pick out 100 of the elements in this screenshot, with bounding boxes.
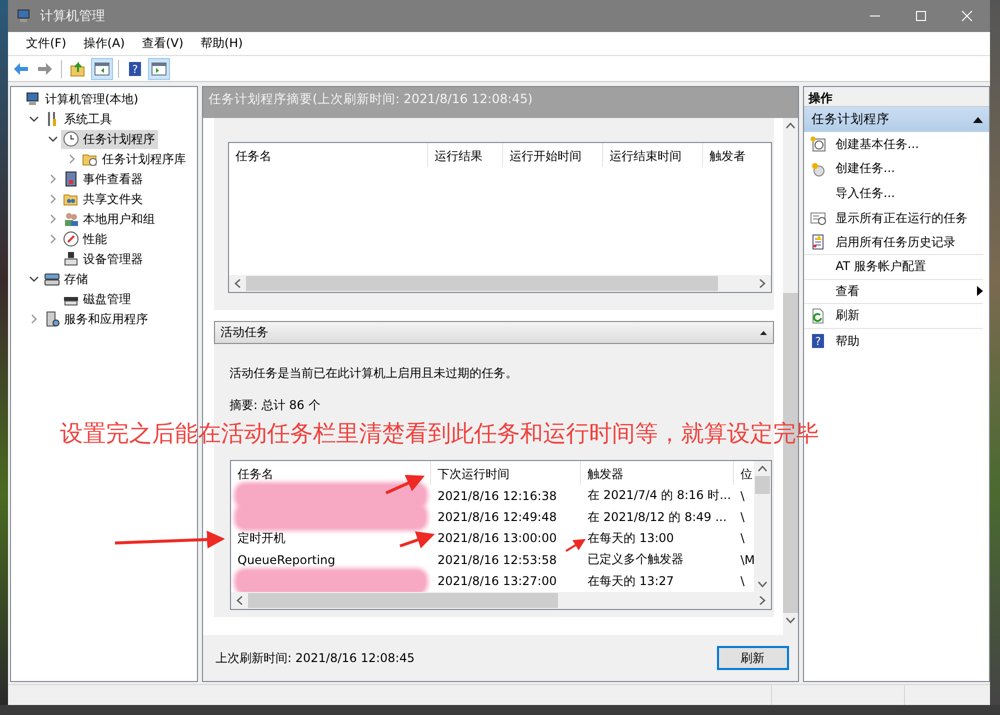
tree-item[interactable]: 任务计划程序 [61,130,158,148]
action-item[interactable]: 导入任务... [804,181,983,206]
collapse-caret-icon[interactable] [760,330,766,334]
pane-toggle-button[interactable] [148,58,170,80]
table-cell-text: \ [740,531,746,546]
menu-item[interactable]: 查看(V) [134,35,192,52]
refresh-button[interactable]: 刷新 [716,646,788,670]
table-cell: 定时开机 [238,530,286,545]
table-cell: QueueReporting [238,552,336,567]
annotation-arrow [385,474,425,494]
horizontal-scrollbar[interactable] [230,592,770,609]
horizontal-scrollbar[interactable] [228,275,770,292]
action-item[interactable]: AT 服务帐户配置 [804,254,983,280]
action-item[interactable]: ? 帮助 [804,328,983,354]
table-cell-text: 在 2021/8/12 的 8:49 ... [586,508,728,526]
pane-toggle-icon [151,60,167,76]
menu-item[interactable]: 帮助(H) [192,35,252,52]
scroll-left-icon[interactable] [236,596,242,605]
column-header[interactable]: 触发者 [702,143,762,167]
forward-arrow-icon [37,60,53,76]
table-cell-text: 在每天的 13:27 [586,572,675,590]
computer-icon [25,91,41,107]
action-item[interactable]: 创建基本任务... [804,132,983,157]
folder-up-icon [70,60,86,76]
table-cell-text: 在 2021/7/4 的 8:16 时... [586,487,732,504]
help-icon: ? [810,333,826,350]
column-header[interactable]: 下次运行时间 [430,461,580,485]
description-text: 活动任务是当前已在此计算机上启用且未过期的任务。 [230,365,518,382]
annotation-arrow [400,531,435,548]
window-title: 计算机管理 [40,8,105,25]
section-header[interactable]: 活动任务 [214,321,774,344]
list-clock-icon [810,210,826,226]
summary-text: 摘要: 总计 86 个 [230,397,322,414]
table-cell-text: 2021/8/16 12:16:38 [436,488,558,503]
table-cell-text: \M [740,552,754,567]
action-item[interactable]: 启用所有任务历史记录 [804,230,983,255]
column-header[interactable]: 位 [734,461,754,485]
pane-toggle-icon [94,60,110,76]
action-item[interactable]: 刷新 [804,304,983,329]
server-gear-icon [44,311,60,327]
table-cell-text: 2021/8/16 12:49:48 [436,510,558,524]
gauge-icon [63,231,79,247]
menu-item[interactable]: 文件(F) [18,35,76,52]
scroll-down-icon[interactable] [786,617,794,624]
table-cell-text: 2021/8/16 12:53:58 [436,552,558,567]
table-cell-text: 在每天的 13:00 [586,530,675,547]
action-item[interactable]: 创建任务... [804,156,983,182]
tree-item[interactable]: 设备管理器 [61,250,146,268]
scroll-right-icon[interactable] [758,596,766,605]
action-item[interactable]: 显示所有正在运行的任务 [804,206,983,230]
tree-item[interactable]: 共享文件夹 [61,190,146,208]
scroll-right-icon[interactable] [758,279,766,288]
tree-item[interactable]: 性能 [61,230,110,248]
tree-item[interactable]: 磁盘管理 [61,290,134,308]
table-cell-text: \ [740,574,746,588]
table-cell-text: \ [740,510,746,524]
column-header[interactable]: 任务名 [228,143,428,167]
section-header[interactable]: 任务计划程序 [804,107,989,132]
table-cell-text: 已定义多个触发器 [586,551,684,568]
vertical-scrollbar[interactable] [754,461,770,592]
tree-item[interactable]: 服务和应用程序 [42,310,151,328]
wizard-clock-icon [810,136,826,152]
back-arrow-icon [13,60,29,76]
annotation-arrow [565,538,586,552]
tree-item[interactable]: 存储 [42,270,91,288]
tree-item[interactable]: 系统工具 [42,110,115,128]
refresh-icon [810,308,826,324]
actions-title: 操作 [804,87,989,107]
tree-item[interactable]: 任务计划程序库 [80,150,189,168]
close-icon [961,10,973,22]
tree-item[interactable]: 本地用户和组 [61,210,158,228]
pane-toggle-button[interactable] [91,58,113,80]
scroll-up-icon[interactable] [786,122,794,129]
tree-item[interactable]: 计算机管理(本地) [23,90,142,108]
tree-item[interactable]: 事件查看器 [61,170,146,188]
clock-star-icon [810,160,826,177]
computer-icon [16,8,32,24]
clock-icon [63,131,79,147]
submenu-arrow-icon [977,286,983,296]
users-icon [63,211,79,227]
scroll-up-icon[interactable] [758,465,766,472]
scroll-down-icon[interactable] [758,581,766,588]
table-cell-text: 2021/8/16 13:27:00 [436,574,558,588]
last-refresh-text: 上次刷新时间: 2021/8/16 12:08:45 [216,650,415,666]
scroll-left-icon[interactable] [234,279,240,288]
maximize-icon [915,10,927,22]
column-header[interactable]: 运行开始时间 [502,143,602,167]
scrollbar-thumb[interactable] [754,476,770,494]
menu-item[interactable]: 操作(A) [75,35,134,52]
column-header[interactable]: 运行结果 [428,143,502,167]
drives-icon [44,271,60,287]
panel-header: 任务计划程序摘要(上次刷新时间: 2021/8/16 12:08:45) [202,87,798,118]
table-cell-text: 2021/8/16 13:00:00 [436,531,558,546]
column-header[interactable]: 触发器 [580,461,734,485]
device-icon [63,251,79,267]
action-item[interactable]: 查看 [804,280,983,304]
column-header[interactable]: 运行结束时间 [602,143,702,167]
notebook-icon [63,171,79,187]
table-cell-text: \ [740,488,746,503]
collapse-caret-icon[interactable] [973,116,983,122]
